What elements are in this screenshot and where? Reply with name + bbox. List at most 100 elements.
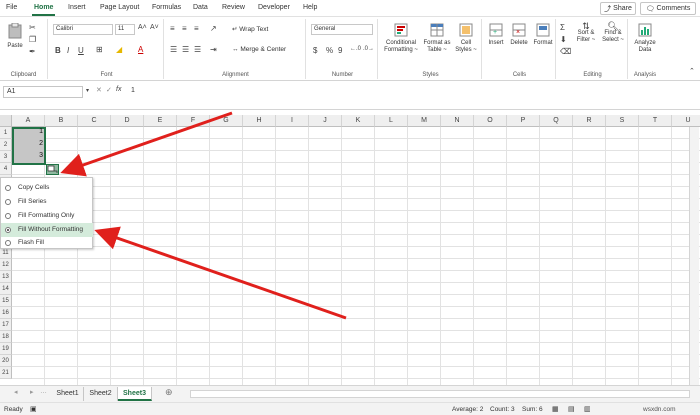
collapse-ribbon-icon[interactable]: ⌃: [689, 67, 695, 75]
column-header-e[interactable]: E: [144, 115, 177, 127]
column-header-p[interactable]: P: [507, 115, 540, 127]
format-as-table-button[interactable]: Format as Table ~: [422, 23, 452, 54]
formula-input[interactable]: 1: [128, 86, 698, 98]
tab-insert[interactable]: Insert: [68, 4, 86, 11]
font-color-button[interactable]: A: [138, 45, 143, 54]
menu-item-copy-cells[interactable]: Copy Cells: [1, 181, 93, 195]
copy-icon[interactable]: ❐: [29, 35, 36, 44]
tab-file[interactable]: File: [6, 4, 17, 11]
comma-button[interactable]: 9: [338, 46, 342, 55]
cell-styles-button[interactable]: Cell Styles ~: [454, 23, 478, 54]
comments-button[interactable]: 🗨 Comments: [640, 2, 696, 15]
sheet-tab-sheet2[interactable]: Sheet2: [84, 387, 118, 401]
row-header-13[interactable]: 13: [0, 271, 12, 283]
borders-icon[interactable]: ⊞: [96, 45, 103, 54]
tab-home[interactable]: Home: [31, 4, 56, 16]
row-header-21[interactable]: 21: [0, 367, 12, 379]
menu-item-flash-fill[interactable]: Flash Fill: [1, 237, 93, 249]
name-box-dropdown-icon[interactable]: ▾: [86, 87, 89, 94]
find-select-button[interactable]: 🔍︎ Find & Select ~: [600, 22, 626, 44]
bottom-align-icon[interactable]: ≡: [194, 24, 199, 33]
sort-filter-button[interactable]: ⇅ Sort & Filter ~: [574, 22, 598, 44]
format-cells-button[interactable]: Format: [532, 23, 554, 47]
percent-button[interactable]: %: [326, 46, 333, 55]
clear-icon[interactable]: ⌫: [560, 47, 571, 56]
sheet-tab-sheet3[interactable]: Sheet3: [118, 387, 152, 401]
row-header-19[interactable]: 19: [0, 343, 12, 355]
cut-icon[interactable]: ✂: [29, 23, 36, 32]
column-header-o[interactable]: O: [474, 115, 507, 127]
indent-icon[interactable]: ⇥: [210, 45, 217, 54]
more-sheets-icon[interactable]: …: [40, 388, 47, 395]
paste-button[interactable]: Paste: [6, 23, 24, 53]
column-header-c[interactable]: C: [78, 115, 111, 127]
decrease-decimal-icon[interactable]: .0→: [363, 46, 374, 52]
row-header-3[interactable]: 3: [0, 151, 12, 163]
column-header-t[interactable]: T: [639, 115, 672, 127]
share-button[interactable]: ⤴ Share: [600, 2, 636, 15]
add-sheet-icon[interactable]: ⊕: [165, 387, 173, 398]
auto-fill-options-button[interactable]: [46, 164, 59, 175]
column-header-h[interactable]: H: [243, 115, 276, 127]
row-header-15[interactable]: 15: [0, 295, 12, 307]
column-header-d[interactable]: D: [111, 115, 144, 127]
column-header-g[interactable]: G: [210, 115, 243, 127]
column-header-a[interactable]: A: [12, 115, 45, 127]
wrap-text-button[interactable]: ↵ Wrap Text: [232, 25, 268, 33]
cell-a3[interactable]: 3: [12, 152, 43, 159]
row-header-17[interactable]: 17: [0, 319, 12, 331]
horizontal-scrollbar[interactable]: [190, 390, 690, 398]
conditional-formatting-button[interactable]: Conditional Formatting ~: [382, 23, 420, 54]
fill-color-icon[interactable]: ◢: [116, 45, 122, 54]
underline-button[interactable]: U: [78, 46, 84, 55]
align-right-icon[interactable]: ☰: [194, 45, 201, 54]
row-header-20[interactable]: 20: [0, 355, 12, 367]
column-header-l[interactable]: L: [375, 115, 408, 127]
vertical-scrollbar[interactable]: [689, 127, 699, 385]
normal-view-icon[interactable]: ▦: [552, 405, 559, 413]
tab-developer[interactable]: Developer: [258, 4, 290, 11]
middle-align-icon[interactable]: ≡: [182, 24, 187, 33]
radio-fill-series[interactable]: [5, 199, 11, 205]
font-size-select[interactable]: 11: [115, 24, 135, 35]
row-header-1[interactable]: 1: [0, 127, 12, 139]
radio-flash-fill[interactable]: [5, 240, 11, 246]
page-layout-view-icon[interactable]: ▤: [568, 405, 575, 413]
menu-item-fill-without-formatting[interactable]: Fill Without Formatting: [1, 223, 93, 237]
cancel-icon[interactable]: ✕: [96, 86, 102, 94]
currency-button[interactable]: $: [313, 46, 317, 55]
row-header-2[interactable]: 2: [0, 139, 12, 151]
fill-icon[interactable]: ⬇: [560, 35, 567, 44]
cell-a1[interactable]: 1: [12, 128, 43, 135]
row-header-14[interactable]: 14: [0, 283, 12, 295]
tab-help[interactable]: Help: [303, 4, 317, 11]
insert-function-button[interactable]: fx: [116, 86, 121, 93]
cell-a2[interactable]: 2: [12, 140, 43, 147]
font-name-select[interactable]: Calibri: [53, 24, 113, 35]
insert-cells-button[interactable]: + Insert: [486, 23, 506, 47]
column-header-k[interactable]: K: [342, 115, 375, 127]
shrink-font-button[interactable]: A˅: [150, 24, 159, 31]
column-header-u[interactable]: U: [672, 115, 700, 127]
select-all-corner[interactable]: [0, 115, 12, 127]
bold-button[interactable]: B: [55, 46, 61, 55]
delete-cells-button[interactable]: × Delete: [508, 23, 530, 47]
align-center-icon[interactable]: ☰: [182, 45, 189, 54]
grow-font-button[interactable]: A˄: [138, 24, 147, 31]
worksheet-grid[interactable]: ABCDEFGHIJKLMNOPQRSTU 123456789101112131…: [0, 115, 700, 385]
column-header-f[interactable]: F: [177, 115, 210, 127]
radio-fill-without-formatting[interactable]: [5, 227, 11, 233]
tab-data[interactable]: Data: [193, 4, 208, 11]
column-header-b[interactable]: B: [45, 115, 78, 127]
number-format-select[interactable]: General: [311, 24, 373, 35]
column-header-j[interactable]: J: [309, 115, 342, 127]
column-header-n[interactable]: N: [441, 115, 474, 127]
analyze-data-button[interactable]: Analyze Data: [631, 23, 659, 54]
macro-record-icon[interactable]: ▣: [30, 405, 37, 413]
merge-center-button[interactable]: ↔ Merge & Center: [232, 46, 286, 53]
align-left-icon[interactable]: ☰: [170, 45, 177, 54]
menu-item-fill-series[interactable]: Fill Series: [1, 195, 93, 209]
tab-review[interactable]: Review: [222, 4, 245, 11]
tab-formulas[interactable]: Formulas: [152, 4, 181, 11]
orientation-icon[interactable]: ↗: [210, 24, 217, 33]
